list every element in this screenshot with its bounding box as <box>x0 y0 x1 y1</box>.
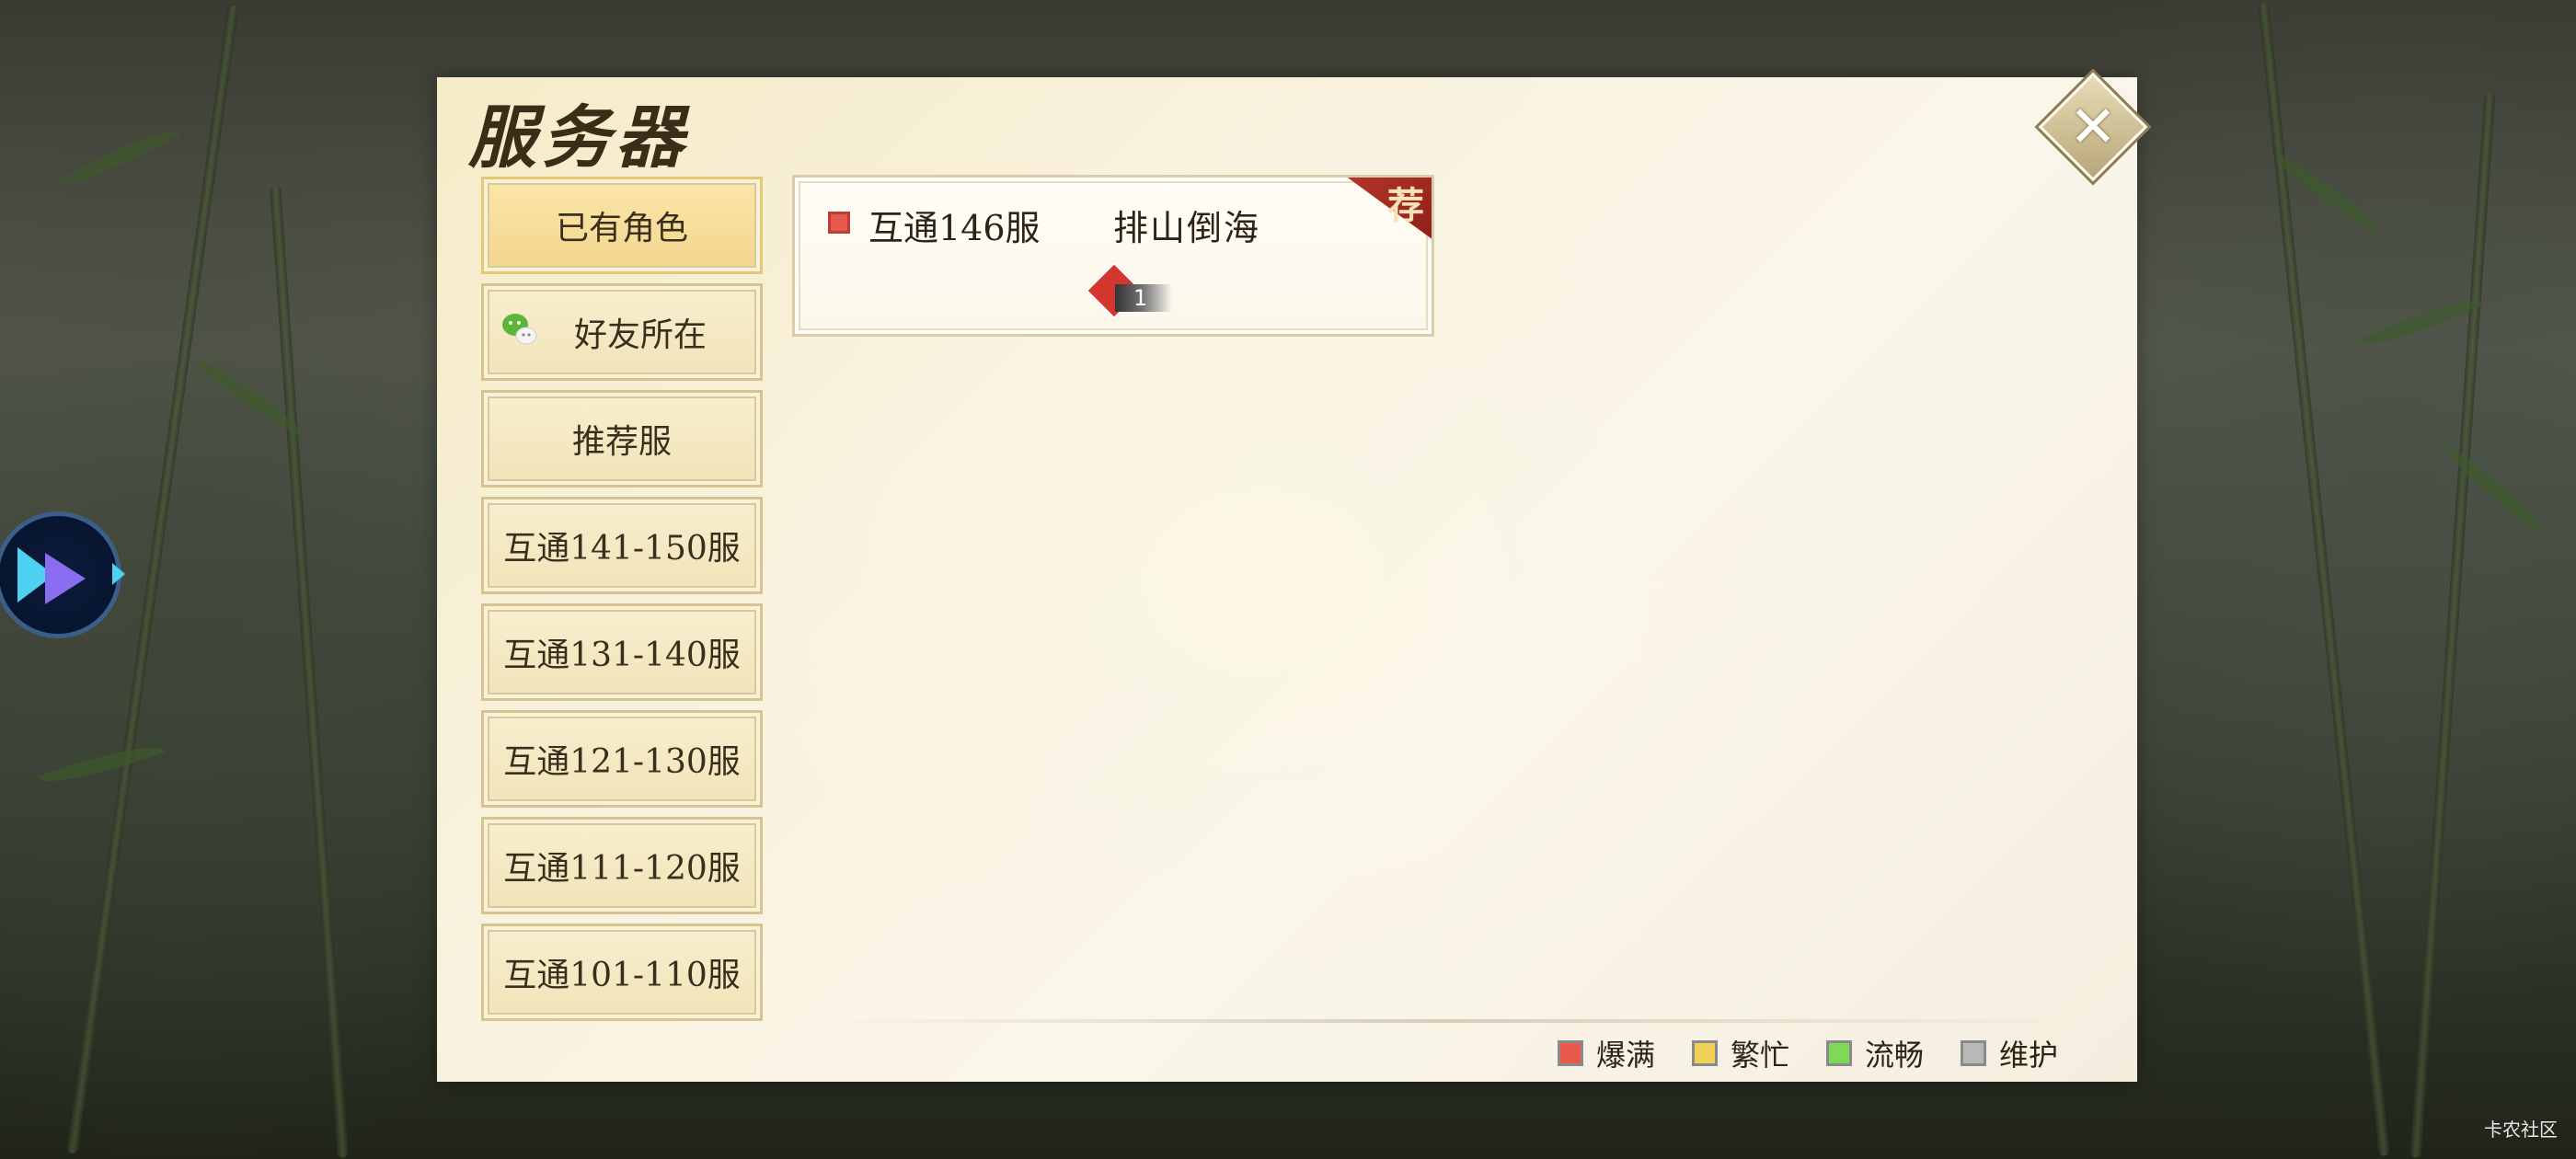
server-status-indicator <box>828 212 850 234</box>
tab-label: 已有角色 <box>555 210 688 247</box>
server-group-nav: 已有角色 好友所在 推荐服 互通141-150服 互通131-140服 互通12… <box>481 177 763 1030</box>
legend-label: 流畅 <box>1865 1038 1925 1073</box>
close-button[interactable]: ✕ <box>2038 72 2148 182</box>
legend-item-maintenance: 维护 <box>1961 1032 2058 1074</box>
recommended-tag: 荐 <box>1387 184 1424 227</box>
tab-friends-servers[interactable]: 好友所在 <box>481 283 763 381</box>
floating-assistant-logo-icon-secondary <box>45 553 86 604</box>
legend-item-busy: 繁忙 <box>1692 1032 1789 1074</box>
legend-label: 繁忙 <box>1731 1038 1790 1073</box>
tab-server-range-101-110[interactable]: 互通101-110服 <box>481 924 763 1021</box>
legend-item-smooth: 流畅 <box>1826 1032 1924 1074</box>
legend-swatch <box>1961 1040 1987 1066</box>
close-icon: ✕ <box>2069 93 2117 160</box>
legend-swatch <box>1558 1040 1583 1066</box>
tab-label: 互通131-140服 <box>503 637 741 674</box>
tab-label: 互通101-110服 <box>503 957 741 994</box>
tab-recommended-servers[interactable]: 推荐服 <box>481 390 763 488</box>
footer-divider <box>823 1019 2075 1023</box>
tab-label: 互通141-150服 <box>503 530 741 568</box>
legend-swatch <box>1692 1040 1719 1066</box>
floating-assistant-icon[interactable] <box>0 511 121 638</box>
tab-label: 互通121-130服 <box>503 743 741 781</box>
tab-server-range-141-150[interactable]: 互通141-150服 <box>481 497 763 594</box>
tab-label: 好友所在 <box>573 316 707 354</box>
legend-label: 维护 <box>1999 1038 2059 1073</box>
tab-label: 推荐服 <box>571 423 672 461</box>
legend-item-full: 爆满 <box>1558 1032 1655 1074</box>
server-card[interactable]: 互通146服 排山倒海 荐 1 <box>792 175 1434 337</box>
server-name: 互通146服 <box>868 208 1041 248</box>
watermark: 卡农社区 <box>2484 1119 2558 1141</box>
legend-swatch <box>1826 1040 1853 1066</box>
dialog-title: 服务器 <box>468 98 689 178</box>
tab-server-range-111-120[interactable]: 互通111-120服 <box>481 817 763 914</box>
floating-assistant-arrow-icon[interactable] <box>112 563 125 585</box>
wechat-icon <box>502 314 537 345</box>
tab-label: 互通111-120服 <box>503 850 741 888</box>
badge-count: 1 <box>1115 284 1172 312</box>
character-name: 排山倒海 <box>1113 208 1261 248</box>
tab-existing-characters[interactable]: 已有角色 <box>481 177 763 274</box>
legend-label: 爆满 <box>1596 1038 1656 1073</box>
tab-server-range-121-130[interactable]: 互通121-130服 <box>481 710 763 808</box>
server-select-dialog: 服务器 ✕ 已有角色 好友所在 推荐服 互通141-150服 互通131-140… <box>437 72 2148 1082</box>
status-legend: 爆满 繁忙 流畅 维护 <box>1558 1032 2058 1074</box>
tab-server-range-131-140[interactable]: 互通131-140服 <box>481 603 763 701</box>
